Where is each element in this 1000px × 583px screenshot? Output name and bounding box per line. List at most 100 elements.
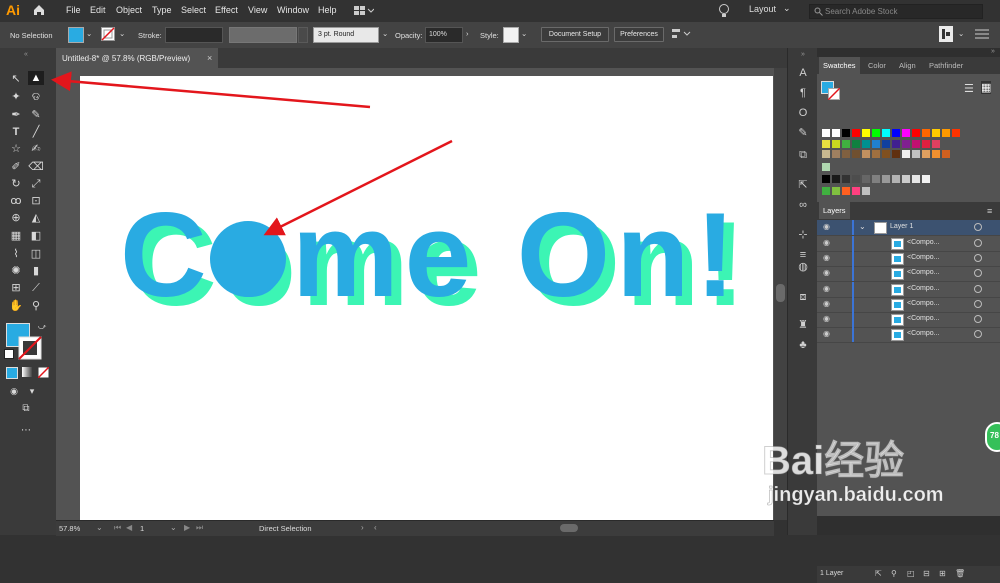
color-swatch[interactable] — [902, 150, 910, 158]
rotate-tool-icon[interactable]: ↻ — [8, 177, 24, 191]
magic-wand-tool-icon[interactable]: ✦ — [8, 90, 24, 104]
color-swatch[interactable] — [822, 150, 830, 158]
color-swatch[interactable] — [862, 175, 870, 183]
menu-window[interactable]: Window — [277, 5, 309, 15]
color-swatch[interactable] — [922, 175, 930, 183]
sublayer-name[interactable]: <Compo... — [907, 269, 940, 276]
menu-effect[interactable]: Effect — [215, 5, 238, 15]
color-swatch[interactable] — [892, 129, 900, 137]
column-graph-tool-icon[interactable]: ▮ — [28, 264, 44, 278]
opacity-input[interactable]: 100% — [425, 27, 463, 43]
home-icon[interactable] — [32, 3, 46, 17]
color-swatch[interactable] — [912, 175, 920, 183]
hand-tool-icon[interactable]: ✋ — [8, 299, 24, 313]
sublayer-name[interactable]: <Compo... — [907, 254, 940, 261]
blend-tool-icon[interactable]: ◫ — [28, 247, 44, 261]
tab-layers[interactable]: Layers — [819, 202, 850, 219]
live-paint-tool-icon[interactable]: ◭ — [28, 211, 44, 225]
target-icon[interactable] — [974, 269, 982, 278]
sublayer-row[interactable]: ◉ <Compo... — [817, 296, 1000, 313]
graphic-styles-panel-icon[interactable]: ⧈ — [794, 290, 812, 304]
profile-dropdown[interactable] — [298, 27, 308, 43]
horizontal-scroll-thumb[interactable] — [560, 524, 578, 532]
pen-tool-icon[interactable]: ✒ — [8, 108, 24, 122]
chevron-left-icon[interactable]: ‹ — [374, 523, 377, 532]
color-swatch[interactable] — [832, 150, 840, 158]
color-swatch[interactable] — [852, 187, 860, 195]
color-swatch[interactable] — [882, 129, 890, 137]
chevron-down-icon[interactable]: ⌄ — [859, 222, 866, 231]
draw-mode-icon[interactable]: ◉ — [6, 384, 22, 398]
panel-menu-icon[interactable] — [975, 29, 989, 39]
warp-tool-icon[interactable]: ꝏ — [8, 194, 24, 208]
grid-view-icon[interactable]: ▦ — [981, 81, 992, 94]
locate-object-icon[interactable]: ⚲ — [891, 569, 897, 578]
close-icon[interactable]: × — [207, 53, 212, 63]
lightbulb-icon[interactable] — [718, 3, 730, 18]
symbol-sprayer-tool-icon[interactable]: ✺ — [8, 264, 24, 278]
color-swatch[interactable] — [922, 129, 930, 137]
tab-color[interactable]: Color — [864, 57, 890, 74]
target-icon[interactable] — [974, 239, 982, 247]
artwork-canvas[interactable]: Come On! Come On! — [80, 76, 773, 520]
color-swatch[interactable] — [862, 140, 870, 148]
direct-selection-tool-icon[interactable]: ▲ — [28, 71, 44, 85]
more-tools-icon[interactable]: ⋯ — [18, 424, 34, 438]
links-panel-icon[interactable]: ∞ — [794, 198, 812, 212]
screen-mode-icon[interactable]: ⧉ — [18, 402, 34, 416]
clipping-mask-icon[interactable]: ◰ — [907, 569, 915, 578]
export-panel-icon[interactable]: ⇱ — [794, 178, 812, 192]
scroll-thumb[interactable] — [776, 284, 785, 302]
menu-help[interactable]: Help — [318, 5, 337, 15]
star-tool-icon[interactable]: ☆ — [8, 142, 24, 156]
type-tool-icon[interactable]: T — [8, 125, 24, 139]
first-artboard-icon[interactable]: ⏮ — [114, 523, 121, 533]
gradient-mode-icon[interactable] — [22, 367, 32, 377]
new-sublayer-icon[interactable]: ⊟ — [923, 569, 930, 578]
eye-icon[interactable]: ◉ — [823, 253, 830, 262]
chevron-down-icon[interactable]: ⌄ — [783, 3, 791, 14]
swap-colors-icon[interactable]: ⤻ — [34, 320, 50, 334]
preferences-button[interactable]: Preferences — [614, 27, 664, 42]
color-swatch[interactable] — [832, 187, 840, 195]
sublayer-name[interactable]: <Compo... — [907, 315, 940, 322]
status-badge[interactable]: 78 — [985, 422, 1000, 452]
fill-color-swatch[interactable] — [68, 27, 84, 43]
color-swatch[interactable] — [862, 150, 870, 158]
target-icon[interactable] — [974, 254, 982, 263]
color-swatch[interactable] — [822, 175, 830, 183]
color-swatch[interactable] — [912, 150, 920, 158]
eye-icon[interactable]: ◉ — [823, 268, 830, 277]
color-swatch[interactable] — [912, 140, 920, 148]
none-mode-icon[interactable] — [38, 367, 49, 378]
free-transform-tool-icon[interactable]: ⊡ — [28, 194, 44, 208]
eye-icon[interactable]: ◉ — [823, 222, 830, 231]
sublayer-row[interactable]: ◉ <Compo... — [817, 236, 1000, 252]
color-swatch[interactable] — [872, 140, 880, 148]
slice-tool-icon[interactable]: ⟋ — [28, 281, 44, 295]
color-swatch[interactable] — [902, 140, 910, 148]
chevron-down-icon[interactable]: ⌄ — [521, 29, 527, 38]
default-colors-icon[interactable] — [4, 349, 14, 359]
chevron-down-icon[interactable]: ⌄ — [96, 523, 103, 532]
eye-icon[interactable]: ◉ — [823, 314, 830, 323]
line-tool-icon[interactable]: ╱ — [28, 125, 44, 139]
color-swatch[interactable] — [852, 175, 860, 183]
eye-icon[interactable]: ◉ — [823, 238, 830, 247]
color-mode-icon[interactable] — [6, 367, 18, 379]
tab-align[interactable]: Align — [895, 57, 920, 74]
color-swatch[interactable] — [862, 187, 870, 195]
color-swatch[interactable] — [842, 129, 850, 137]
opentype-panel-icon[interactable]: O — [794, 106, 812, 120]
vertical-scrollbar[interactable] — [774, 68, 787, 520]
brush-definition-select[interactable]: 3 pt. Round — [313, 27, 379, 43]
color-swatch[interactable] — [892, 175, 900, 183]
color-swatch[interactable] — [842, 150, 850, 158]
color-swatch[interactable] — [892, 140, 900, 148]
paintbrush-tool-icon[interactable]: ✍ — [28, 142, 44, 156]
puppet-panel-icon[interactable]: ♜ — [794, 318, 812, 332]
sublayer-row[interactable]: ◉ <Compo... — [817, 327, 1000, 344]
chevron-down-icon[interactable]: ⌄ — [382, 29, 388, 38]
menu-file[interactable]: File — [66, 5, 81, 15]
artboard[interactable]: Come On! Come On! — [80, 76, 773, 520]
